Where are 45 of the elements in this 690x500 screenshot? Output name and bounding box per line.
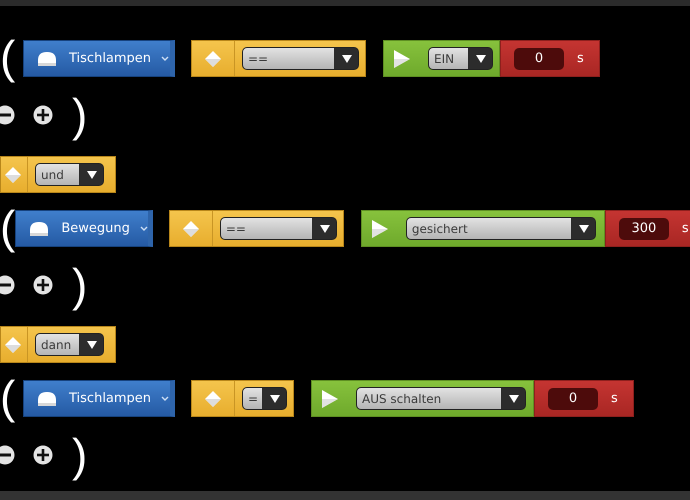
- operator-dropdown[interactable]: =: [242, 387, 287, 410]
- duration-field[interactable]: 300: [618, 218, 669, 240]
- diamond-icon: [4, 336, 22, 354]
- duration-field[interactable]: 0: [548, 388, 598, 410]
- diamond-icon: [4, 166, 22, 184]
- lamp-icon: [37, 390, 57, 406]
- connector-dropdown[interactable]: und: [35, 163, 104, 186]
- remove-icon[interactable]: [0, 104, 15, 124]
- unit-label: s: [611, 391, 618, 406]
- caret-icon: [476, 54, 486, 62]
- device-selector[interactable]: Bewegung: [15, 210, 153, 247]
- play-icon: [372, 220, 388, 238]
- duration-field[interactable]: 0: [514, 48, 564, 70]
- add-icon[interactable]: [33, 104, 53, 124]
- add-icon[interactable]: [33, 444, 53, 464]
- value-dropdown[interactable]: EIN: [428, 47, 493, 70]
- chevron-down-icon: [161, 396, 170, 401]
- lamp-icon: [29, 220, 50, 236]
- play-icon: [394, 50, 410, 68]
- operator-dropdown[interactable]: ==: [242, 47, 359, 70]
- add-icon[interactable]: [33, 274, 53, 294]
- play-icon: [322, 390, 338, 408]
- operator-dropdown[interactable]: ==: [220, 217, 337, 240]
- caret-icon: [87, 340, 97, 348]
- diamond-icon: [182, 220, 200, 238]
- unit-label: s: [577, 51, 584, 66]
- device-selector[interactable]: Tischlampen: [23, 40, 175, 77]
- connector-dropdown[interactable]: dann: [35, 333, 104, 356]
- caret-icon: [578, 224, 589, 232]
- caret-icon: [509, 394, 519, 402]
- chevron-down-icon: [140, 226, 148, 231]
- chevron-down-icon: [161, 56, 170, 61]
- diamond-icon: [204, 390, 222, 408]
- diamond-icon: [204, 50, 222, 68]
- device-selector[interactable]: Tischlampen: [23, 380, 175, 417]
- caret-icon: [320, 224, 330, 232]
- remove-icon[interactable]: [0, 444, 15, 464]
- lamp-icon: [37, 50, 57, 66]
- caret-icon: [87, 170, 97, 178]
- caret-icon: [270, 394, 280, 402]
- remove-icon[interactable]: [0, 274, 15, 294]
- caret-icon: [342, 54, 352, 62]
- value-dropdown[interactable]: gesichert: [406, 217, 596, 240]
- unit-label: s: [682, 221, 689, 236]
- value-dropdown[interactable]: AUS schalten: [356, 387, 526, 410]
